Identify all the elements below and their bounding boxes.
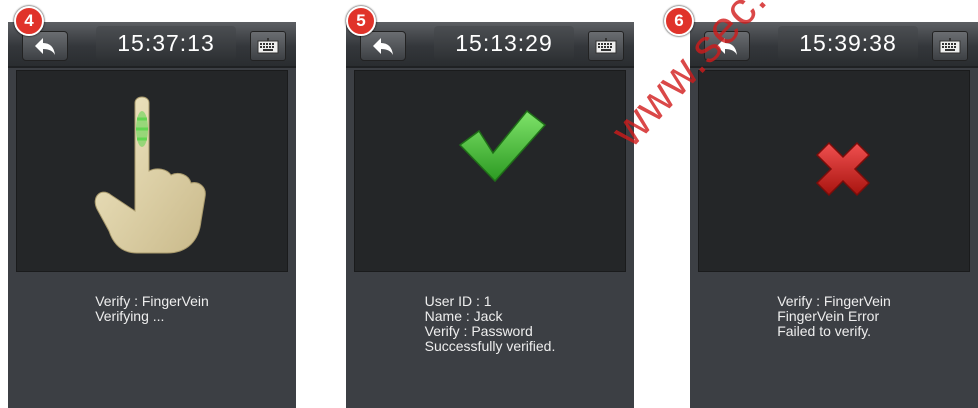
status-image-area — [354, 70, 626, 272]
message-line: Verify : Password — [424, 323, 533, 339]
keyboard-icon — [939, 38, 961, 54]
keyboard-icon — [595, 38, 617, 54]
device-screen-verifying: 15:37:13 Verify : FingerVein Verifying .… — [8, 22, 296, 408]
step-badge: 5 — [346, 6, 376, 36]
message-line: Name : Jack — [424, 308, 503, 324]
keyboard-icon — [257, 38, 279, 54]
keyboard-button[interactable] — [588, 31, 624, 61]
keyboard-button[interactable] — [932, 31, 968, 61]
status-message: Verify : FingerVein FingerVein Error Fai… — [690, 294, 978, 339]
top-bar: 15:13:29 — [346, 22, 634, 68]
device-screen-success: 15:13:29 User ID : 1 Name : Jack Verify … — [346, 22, 634, 408]
clock-display: 15:39:38 — [778, 26, 918, 60]
step-badge: 4 — [14, 6, 44, 36]
message-line: User ID : 1 — [424, 293, 492, 309]
message-line: Successfully verified. — [424, 338, 556, 354]
message-line: Failed to verify. — [777, 323, 872, 339]
check-mark-icon — [458, 109, 547, 183]
message-line: Verifying ... — [95, 308, 165, 324]
back-button[interactable] — [360, 31, 406, 61]
clock-display: 15:37:13 — [96, 26, 236, 60]
status-message: Verify : FingerVein Verifying ... — [8, 294, 296, 324]
clock-display: 15:13:29 — [434, 26, 574, 60]
keyboard-button[interactable] — [250, 31, 286, 61]
back-arrow-icon — [35, 38, 55, 55]
message-line: FingerVein Error — [777, 308, 880, 324]
status-image-area — [698, 70, 970, 272]
message-line: Verify : FingerVein — [95, 293, 209, 309]
back-arrow-icon — [373, 38, 393, 55]
message-line: Verify : FingerVein — [777, 293, 891, 309]
top-bar: 15:37:13 — [8, 22, 296, 68]
finger-pointing-icon — [94, 96, 206, 254]
device-screen-failure: 15:39:38 Verify : FingerVein FingerVein … — [690, 22, 978, 408]
status-image-area — [16, 70, 288, 272]
status-message: User ID : 1 Name : Jack Verify : Passwor… — [346, 294, 634, 354]
x-mark-icon — [815, 141, 871, 197]
